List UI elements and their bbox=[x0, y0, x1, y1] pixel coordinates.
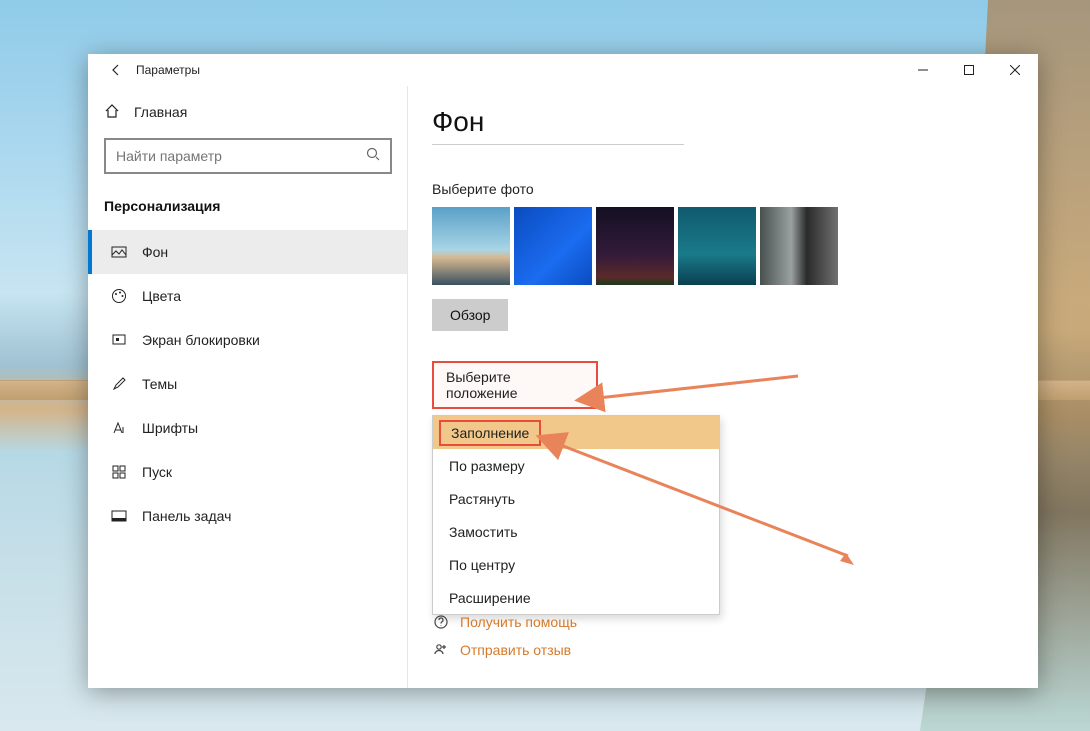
search-box[interactable] bbox=[104, 138, 392, 174]
settings-window: Параметры Главная bbox=[88, 54, 1038, 688]
fit-option-label: Растянуть bbox=[449, 491, 515, 507]
feedback-link[interactable]: Отправить отзыв bbox=[432, 636, 577, 664]
taskbar-icon bbox=[110, 508, 128, 524]
sidebar-item-start[interactable]: Пуск bbox=[88, 450, 408, 494]
thumbnail-5[interactable] bbox=[760, 207, 838, 285]
thumbnail-2[interactable] bbox=[514, 207, 592, 285]
sidebar-item-taskbar[interactable]: Панель задач bbox=[88, 494, 408, 538]
maximize-button[interactable] bbox=[946, 54, 992, 86]
window-title: Параметры bbox=[136, 63, 200, 77]
thumbnail-1[interactable] bbox=[432, 207, 510, 285]
sidebar-item-label: Шрифты bbox=[142, 420, 198, 436]
close-button[interactable] bbox=[992, 54, 1038, 86]
minimize-button[interactable] bbox=[900, 54, 946, 86]
search-icon bbox=[366, 147, 380, 166]
brush-icon bbox=[110, 376, 128, 392]
sidebar-item-lockscreen[interactable]: Экран блокировки bbox=[88, 318, 408, 362]
content-pane: Фон Выберите фото Обзор Выберите положен… bbox=[408, 86, 1038, 688]
sidebar-item-label: Темы bbox=[142, 376, 177, 392]
fit-option-label: По размеру bbox=[449, 458, 525, 474]
sidebar-item-themes[interactable]: Темы bbox=[88, 362, 408, 406]
fit-option-stretch[interactable]: Растянуть bbox=[433, 482, 719, 515]
help-icon bbox=[432, 614, 450, 630]
fit-option-fill[interactable]: Заполнение bbox=[433, 416, 719, 449]
fit-option-label: По центру bbox=[449, 557, 515, 573]
fit-dropdown[interactable]: Заполнение По размеру Растянуть Замостит… bbox=[432, 415, 720, 615]
browse-button[interactable]: Обзор bbox=[432, 299, 508, 331]
desktop-wallpaper: Параметры Главная bbox=[0, 0, 1090, 731]
title-underline bbox=[432, 144, 684, 145]
home-label: Главная bbox=[134, 104, 187, 120]
picture-icon bbox=[110, 244, 128, 260]
palette-icon bbox=[110, 288, 128, 304]
feedback-text[interactable]: Отправить отзыв bbox=[460, 642, 571, 658]
fit-option-center[interactable]: По центру bbox=[433, 548, 719, 581]
thumbnail-4[interactable] bbox=[678, 207, 756, 285]
sidebar-item-label: Цвета bbox=[142, 288, 181, 304]
titlebar: Параметры bbox=[88, 54, 1038, 86]
fit-option-fit[interactable]: По размеру bbox=[433, 449, 719, 482]
sidebar-item-label: Панель задач bbox=[142, 508, 231, 524]
sidebar-item-label: Экран блокировки bbox=[142, 332, 260, 348]
font-icon bbox=[110, 420, 128, 436]
start-icon bbox=[110, 464, 128, 480]
fit-option-label: Расширение bbox=[449, 590, 531, 606]
fit-option-fill-label: Заполнение bbox=[439, 420, 541, 446]
back-button[interactable] bbox=[96, 54, 136, 86]
choose-photo-label: Выберите фото bbox=[432, 181, 1014, 197]
fit-option-tile[interactable]: Замостить bbox=[433, 515, 719, 548]
sidebar: Главная Персонализация Фон bbox=[88, 86, 408, 688]
fit-option-label: Замостить bbox=[449, 524, 518, 540]
fit-dropdown-label: Выберите положение bbox=[432, 361, 598, 409]
sidebar-item-colors[interactable]: Цвета bbox=[88, 274, 408, 318]
sidebar-item-label: Пуск bbox=[142, 464, 172, 480]
page-title: Фон bbox=[432, 106, 1014, 138]
lockscreen-icon bbox=[110, 332, 128, 348]
feedback-icon bbox=[432, 642, 450, 658]
sidebar-item-background[interactable]: Фон bbox=[88, 230, 408, 274]
help-links: Получить помощь Отправить отзыв bbox=[432, 608, 577, 664]
home-link[interactable]: Главная bbox=[88, 90, 408, 134]
get-help-text[interactable]: Получить помощь bbox=[460, 614, 577, 630]
sidebar-item-fonts[interactable]: Шрифты bbox=[88, 406, 408, 450]
home-icon bbox=[104, 103, 120, 122]
thumbnail-3[interactable] bbox=[596, 207, 674, 285]
get-help-link[interactable]: Получить помощь bbox=[432, 608, 577, 636]
sidebar-item-label: Фон bbox=[142, 244, 168, 260]
photo-thumbnails bbox=[432, 207, 1014, 285]
search-input[interactable] bbox=[116, 148, 366, 164]
sidebar-section-title: Персонализация bbox=[88, 190, 408, 230]
